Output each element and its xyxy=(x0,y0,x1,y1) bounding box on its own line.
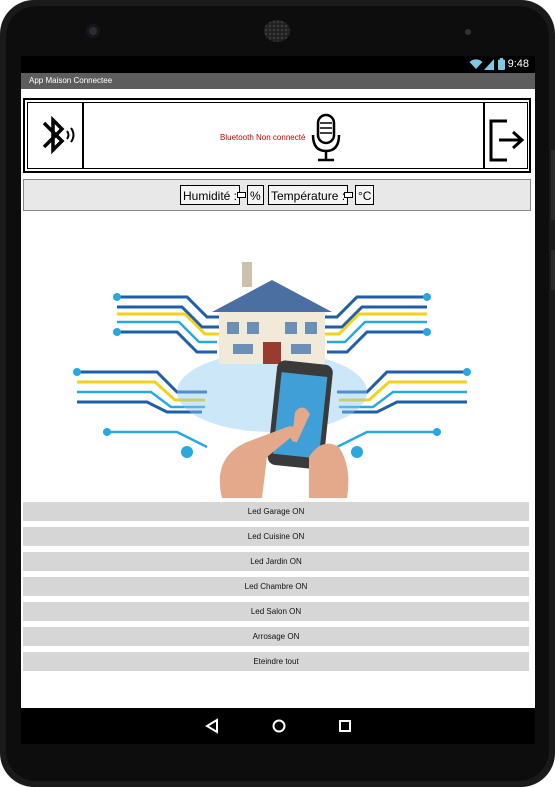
led-garage-button[interactable]: Led Garage ON xyxy=(23,502,529,521)
bluetooth-status-text: Bluetooth Non connecté xyxy=(220,133,306,142)
battery-icon xyxy=(498,58,505,70)
header-panel: Bluetooth Non connecté xyxy=(23,98,531,173)
bluetooth-icon xyxy=(42,115,75,155)
smart-home-image xyxy=(73,262,471,498)
status-time: 9:48 xyxy=(507,58,529,70)
signal-icon xyxy=(484,59,494,70)
action-button-list: Led Garage ON Led Cuisine ON Led Jardin … xyxy=(23,502,531,677)
temperature-unit: °C xyxy=(355,185,375,205)
speaker-grille xyxy=(264,20,290,42)
bluetooth-button[interactable] xyxy=(27,102,83,169)
screen: 9:48 App Maison Connectee Bluetooth Non … xyxy=(21,56,535,708)
led-chambre-button[interactable]: Led Chambre ON xyxy=(23,577,529,596)
status-bar: 9:48 xyxy=(21,56,535,73)
led-jardin-button[interactable]: Led Jardin ON xyxy=(23,552,529,571)
android-nav-bar xyxy=(21,708,535,744)
home-circle-icon[interactable] xyxy=(271,718,287,734)
volume-button[interactable] xyxy=(551,150,555,220)
sensor-bar: Humidité : % Température : °C xyxy=(23,179,531,211)
exit-icon xyxy=(489,119,525,162)
back-triangle-icon[interactable] xyxy=(205,718,219,734)
humidity-unit: % xyxy=(247,185,264,205)
eteindre-tout-button[interactable]: Eteindre tout xyxy=(23,652,529,671)
humidity-label: Humidité : xyxy=(180,185,241,205)
arrosage-button[interactable]: Arrosage ON xyxy=(23,627,529,646)
led-cuisine-button[interactable]: Led Cuisine ON xyxy=(23,527,529,546)
recents-square-icon[interactable] xyxy=(337,718,353,734)
wifi-icon xyxy=(469,59,483,69)
app-title-bar: App Maison Connectee xyxy=(21,73,535,89)
led-salon-button[interactable]: Led Salon ON xyxy=(23,602,529,621)
temperature-value xyxy=(344,192,353,198)
connection-status-panel: Bluetooth Non connecté xyxy=(83,102,484,169)
front-camera xyxy=(86,24,100,38)
temperature-label: Température : xyxy=(268,185,349,205)
humidity-value xyxy=(237,192,246,198)
microphone-button[interactable] xyxy=(306,111,346,165)
exit-button[interactable] xyxy=(484,102,528,169)
smart-home-illustration xyxy=(47,242,497,498)
microphone-icon xyxy=(311,113,341,162)
power-button[interactable] xyxy=(551,250,555,290)
sensor-dot xyxy=(465,29,471,35)
